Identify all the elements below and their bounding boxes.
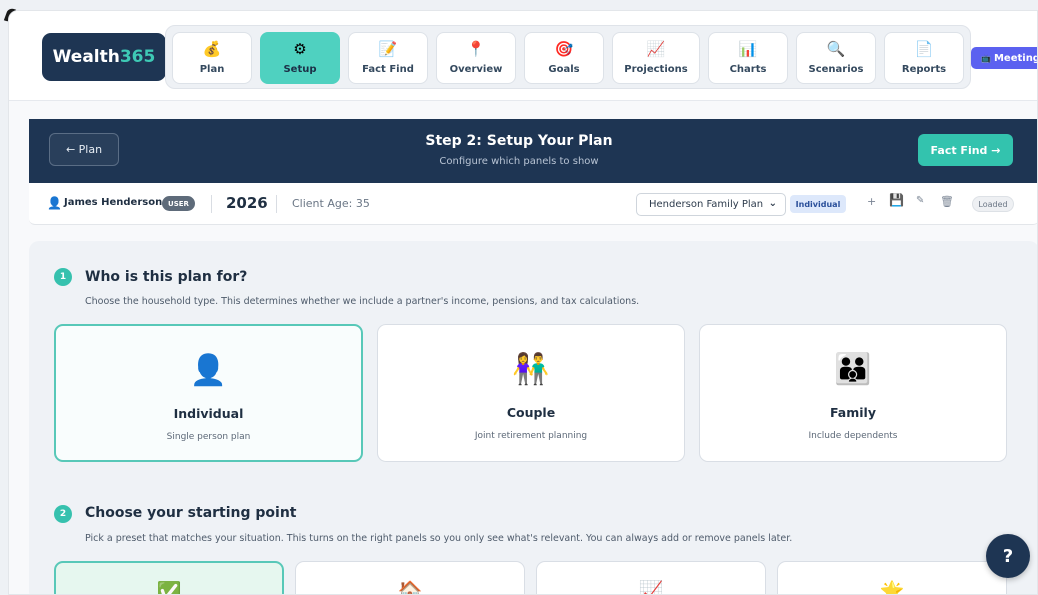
user-role-badge: USER (162, 196, 195, 211)
magnifier-icon: 🔍 (826, 40, 846, 58)
setup-content: 1 Who is this plan for? Choose the house… (29, 241, 1037, 595)
tab-label: Plan (199, 64, 225, 75)
meeting-label: Meeting (993, 52, 1038, 64)
client-bar: 👤 James Henderson USER 2026 Client Age: … (29, 183, 1037, 225)
target-icon: 🎯 (554, 40, 574, 58)
star-icon: 🌟 (879, 579, 905, 595)
tv-icon: 📺 (981, 53, 991, 63)
section-description: Choose the household type. This determin… (85, 296, 640, 307)
card-subtitle: Joint retirement planning (474, 431, 588, 441)
tab-plan[interactable]: 💰 Plan (172, 32, 252, 84)
tab-label: Charts (729, 64, 767, 75)
tab-overview[interactable]: 📍 Overview (436, 32, 516, 84)
brand-accent: 365 (119, 47, 156, 67)
divider (211, 195, 212, 213)
tab-label: Setup (283, 64, 317, 75)
next-fact-find-button[interactable]: Fact Find → (918, 134, 1013, 166)
divider (276, 195, 277, 213)
card-subtitle: Include dependents (808, 431, 898, 441)
client-age: Client Age: 35 (292, 197, 370, 210)
save-icon[interactable]: 💾 (889, 193, 904, 207)
gear-icon: ⚙ (293, 40, 307, 58)
tab-charts[interactable]: 📊 Charts (708, 32, 788, 84)
check-icon: ✅ (156, 580, 182, 595)
preset-card[interactable]: 📈 (536, 561, 766, 595)
plan-select-value: Henderson Family Plan (649, 199, 764, 210)
tab-reports[interactable]: 📄 Reports (884, 32, 964, 84)
tab-scenarios[interactable]: 🔍 Scenarios (796, 32, 876, 84)
card-title: Individual (173, 406, 244, 421)
section-title: Who is this plan for? (85, 269, 248, 285)
preset-card[interactable]: 🏠 (295, 561, 525, 595)
bar-chart-icon: 📊 (738, 40, 758, 58)
step-title: Step 2: Setup Your Plan (425, 133, 613, 149)
document-icon: 📄 (914, 40, 934, 58)
family-icon: 👪 (834, 352, 872, 387)
chart-up-icon: 📈 (638, 579, 664, 595)
tab-label: Reports (901, 64, 947, 75)
preset-card[interactable]: ✅ (54, 561, 284, 595)
tab-fact-find[interactable]: 📝 Fact Find (348, 32, 428, 84)
card-title: Family (830, 405, 876, 420)
person-icon: 👤 (47, 196, 62, 210)
edit-icon[interactable]: ✎ (916, 195, 924, 206)
card-subtitle: Single person plan (166, 432, 251, 442)
tab-label: Goals (548, 64, 580, 75)
section-number: 2 (54, 505, 72, 523)
help-button[interactable]: ? (986, 534, 1030, 578)
plan-select-dropdown[interactable]: Henderson Family Plan ⌄ (636, 193, 786, 216)
person-icon: 👤 (189, 353, 228, 388)
section-title: Choose your starting point (85, 505, 297, 521)
plan-type-badge: Individual (790, 195, 846, 213)
house-icon: 🏠 (397, 579, 423, 595)
tab-label: Overview (449, 64, 503, 75)
tab-label: Scenarios (808, 64, 864, 75)
tab-label: Fact Find (362, 64, 414, 75)
section-description: Pick a preset that matches your situatio… (85, 533, 793, 544)
brand-logo[interactable]: Wealth 365 (42, 33, 166, 81)
brand-name: Wealth (52, 47, 120, 67)
chart-up-icon: 📈 (646, 40, 666, 58)
add-plan-icon[interactable]: + (867, 195, 876, 208)
client-name: James Henderson (64, 197, 163, 208)
trash-icon[interactable]: 🗑 (940, 195, 954, 208)
back-to-plan-button[interactable]: ← Plan (49, 133, 119, 166)
plan-year: 2026 (226, 194, 268, 212)
nav-tray: 💰 Plan ⚙ Setup 📝 Fact Find 📍 Overview 🎯 … (165, 25, 971, 89)
status-badge: Loaded (972, 196, 1014, 212)
step-subtitle: Configure which panels to show (439, 156, 599, 167)
couple-icon: 👫 (512, 352, 550, 387)
pin-icon: 📍 (466, 40, 486, 58)
household-card-individual[interactable]: 👤 Individual Single person plan (54, 324, 363, 462)
memo-icon: 📝 (378, 40, 398, 58)
step-header: ← Plan Step 2: Setup Your Plan Configure… (29, 119, 1037, 183)
section-number: 1 (54, 268, 72, 286)
tab-setup[interactable]: ⚙ Setup (260, 32, 340, 84)
top-navigation: Wealth 365 💰 Plan ⚙ Setup 📝 Fact Find 📍 O… (9, 11, 1038, 101)
tab-goals[interactable]: 🎯 Goals (524, 32, 604, 84)
chevron-down-icon: ⌄ (768, 198, 777, 209)
household-card-couple[interactable]: 👫 Couple Joint retirement planning (377, 324, 685, 462)
card-title: Couple (506, 405, 556, 420)
preset-card[interactable]: 🌟 (777, 561, 1007, 595)
tab-label: Projections (624, 64, 688, 75)
tab-projections[interactable]: 📈 Projections (612, 32, 700, 84)
app-frame: Wealth 365 💰 Plan ⚙ Setup 📝 Fact Find 📍 O… (8, 10, 1038, 595)
meeting-button[interactable]: 📺 Meeting (971, 47, 1038, 69)
household-card-family[interactable]: 👪 Family Include dependents (699, 324, 1007, 462)
money-bag-icon: 💰 (202, 40, 222, 58)
